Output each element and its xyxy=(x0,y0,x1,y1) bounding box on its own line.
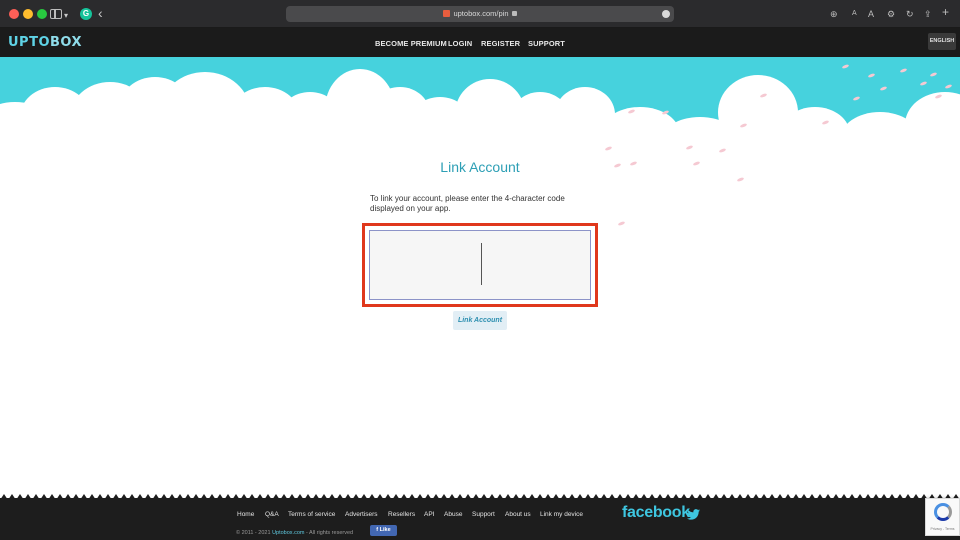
copyright-brand-link[interactable]: Uptobox.com xyxy=(272,530,304,536)
facebook-like-button[interactable]: f Like xyxy=(370,525,397,536)
link-account-button[interactable]: Link Account xyxy=(453,311,507,330)
petal xyxy=(617,220,626,227)
address-bar[interactable]: uptobox.com/pin xyxy=(286,6,674,22)
settings-gear-icon[interactable]: ⚙ xyxy=(887,8,895,20)
chevron-down-icon[interactable]: ▾ xyxy=(64,8,68,24)
text-smaller-icon[interactable]: A xyxy=(852,8,857,20)
nav-login[interactable]: LOGIN xyxy=(448,39,472,48)
logo-text-box: BOX xyxy=(50,35,83,50)
close-window-button[interactable] xyxy=(9,9,19,19)
page-title: Link Account xyxy=(440,159,520,175)
facebook-f-icon: f xyxy=(376,527,379,533)
recaptcha-privacy-terms[interactable]: Privacy - Terms xyxy=(926,527,959,531)
facebook-link[interactable]: facebook xyxy=(622,504,690,522)
grammarly-extension-icon[interactable]: G xyxy=(80,8,92,20)
browser-toolbar: ▾ G ‹ uptobox.com/pin ⊕ A A ⚙ ↻ ⇪ + xyxy=(0,0,960,28)
nav-register[interactable]: REGISTER xyxy=(481,39,520,48)
site-logo[interactable]: UPTOBOX xyxy=(8,35,82,50)
petal xyxy=(629,160,638,167)
nav-become-premium[interactable]: BECOME PREMIUM xyxy=(375,39,447,48)
highlighted-input-frame xyxy=(362,223,598,307)
recaptcha-logo-icon xyxy=(934,503,952,521)
device-code-input[interactable] xyxy=(369,230,591,300)
petal xyxy=(692,160,701,167)
sidebar-toggle-icon[interactable] xyxy=(50,9,62,19)
copyright-text: © 2011 - 2021 Uptobox.com - All rights r… xyxy=(236,530,353,536)
new-tab-icon[interactable]: + xyxy=(942,6,949,18)
petal xyxy=(613,162,622,169)
footer-link-link-device[interactable]: Link my device xyxy=(540,511,583,518)
footer-link-support[interactable]: Support xyxy=(472,511,495,518)
nav-support[interactable]: SUPPORT xyxy=(528,39,565,48)
logo-text-upto: UPTO xyxy=(8,35,51,50)
footer-link-resellers[interactable]: Resellers xyxy=(388,511,415,518)
refresh-icon[interactable]: ↻ xyxy=(906,8,914,20)
footer-link-abuse[interactable]: Abuse xyxy=(444,511,462,518)
text-larger-icon[interactable]: A xyxy=(868,8,874,20)
copyright-suffix: - All rights reserved xyxy=(306,530,354,536)
like-label: Like xyxy=(379,527,391,533)
back-arrow-icon[interactable]: ‹ xyxy=(98,5,103,21)
site-favicon-icon xyxy=(443,10,451,17)
sky-banner xyxy=(0,57,960,157)
site-header: UPTOBOX BECOME PREMIUM LOGIN REGISTER SU… xyxy=(0,28,960,57)
twitter-bird-icon[interactable] xyxy=(687,509,700,520)
petal xyxy=(736,176,745,183)
footer-link-about[interactable]: About us xyxy=(505,511,531,518)
footer-link-home[interactable]: Home xyxy=(237,511,254,518)
minimize-window-button[interactable] xyxy=(23,9,33,19)
site-footer: Home Q&A Terms of service Advertisers Re… xyxy=(0,498,960,540)
maximize-window-button[interactable] xyxy=(37,9,47,19)
reader-icon[interactable] xyxy=(662,10,670,18)
footer-link-terms[interactable]: Terms of service xyxy=(288,511,335,518)
footer-link-api[interactable]: API xyxy=(424,511,434,518)
share-icon[interactable]: ⇪ xyxy=(924,8,932,20)
text-caret xyxy=(481,243,482,285)
instructions-text: To link your account, please enter the 4… xyxy=(370,194,565,213)
footer-link-advertisers[interactable]: Advertisers xyxy=(345,511,378,518)
copyright-years: © 2011 - 2021 xyxy=(236,530,271,536)
downloads-icon[interactable]: ⊕ xyxy=(830,8,838,20)
footer-link-qa[interactable]: Q&A xyxy=(265,511,279,518)
lock-icon xyxy=(511,11,517,16)
address-bar-url: uptobox.com/pin xyxy=(453,9,509,18)
recaptcha-badge[interactable]: Privacy - Terms xyxy=(925,498,960,536)
language-selector[interactable]: ENGLISH xyxy=(928,33,956,50)
